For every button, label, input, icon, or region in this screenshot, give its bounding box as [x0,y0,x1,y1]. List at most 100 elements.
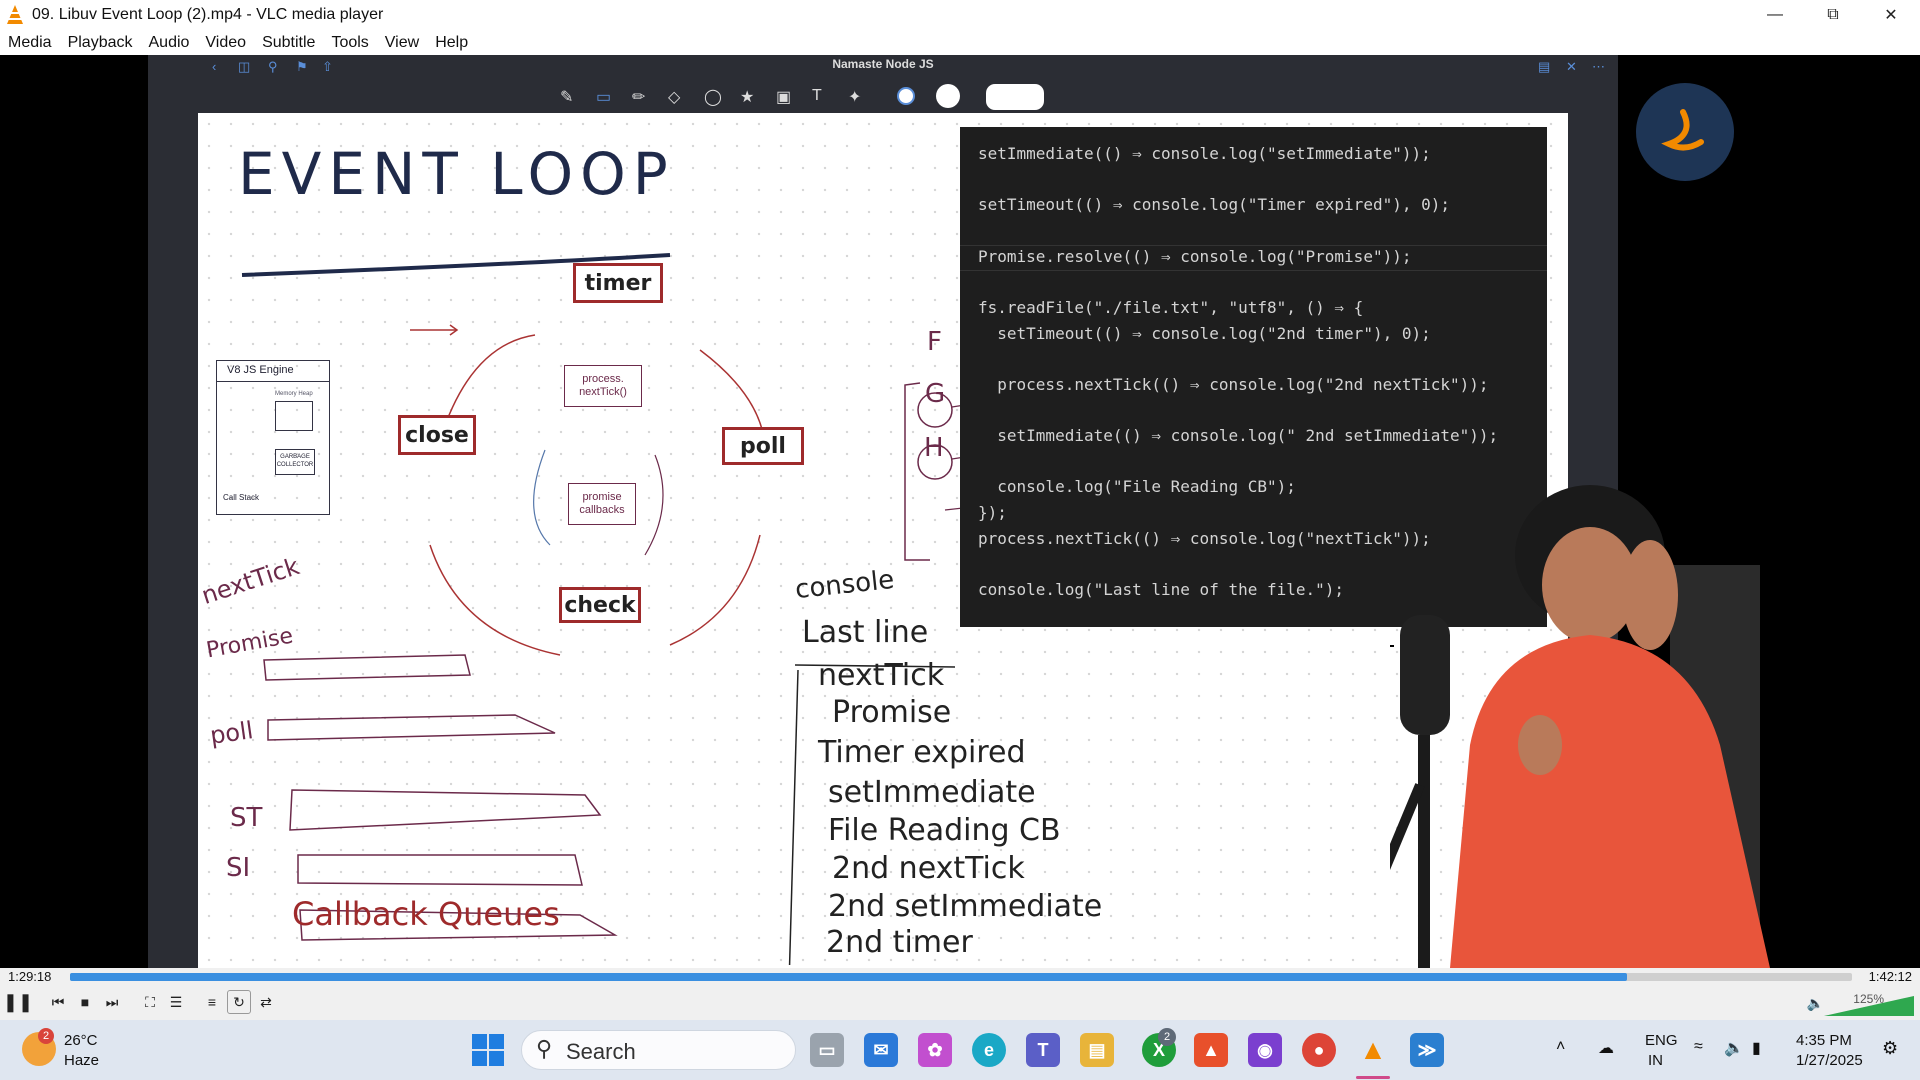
menu-media[interactable]: Media [8,34,52,52]
phase-close: close [398,415,476,455]
weather-badge: 2 [38,1028,54,1044]
menu-audio[interactable]: Audio [149,34,190,52]
more-icon: ⋯ [1592,59,1605,74]
notes-app-toolbar: Namaste Node JS ‹ ◫ ⚲ ⚑ ⇧ ▤ ✕ ⋯ ✎ ▭ ✏ ◇ … [148,55,1618,113]
copilot-icon[interactable]: ✿ [918,1033,952,1067]
windows-taskbar: 2 26°C Haze ⚲ Search ▭ ✉ ✿ e T ▤ X 2 ▲ ◉… [0,1020,1920,1080]
code-line: setImmediate(() ⇒ console.log(" 2nd setI… [978,426,1499,445]
start-icon[interactable] [472,1034,504,1066]
code-line: process.nextTick(() ⇒ console.log("2nd n… [978,375,1489,394]
laser-icon: ✦ [848,89,862,106]
vlc-window: 09. Libuv Event Loop (2).mp4 - VLC media… [0,0,1920,1080]
active-indicator [1356,1076,1390,1079]
back-icon: ‹ [212,59,217,74]
phase-timer: timer [573,263,663,303]
mark-f: F [927,327,942,357]
code-line: setTimeout(() ⇒ console.log("2nd timer")… [978,324,1431,343]
v8-title: V8 JS Engine [227,364,294,376]
taskbar-search[interactable]: ⚲ Search [521,1030,796,1070]
console-line-8: 2nd setImmediate [828,889,1103,924]
menu-bar: Media Playback Audio Video Subtitle Tool… [0,30,1920,55]
task-view-icon[interactable]: ▭ [810,1033,844,1067]
volume-icon[interactable]: 🔈 [1724,1038,1744,1058]
menu-tools[interactable]: Tools [331,34,368,52]
language-code[interactable]: ENG [1645,1032,1678,1049]
pen-icon: ✎ [560,89,574,106]
volume-slider[interactable] [1824,996,1914,1016]
menu-help[interactable]: Help [435,34,468,52]
restore-button[interactable]: ⧉ [1804,0,1862,30]
region-code[interactable]: IN [1648,1052,1663,1069]
stop-icon[interactable]: ■ [73,990,97,1014]
gc-box: GARBAGE COLLECTOR [275,449,315,475]
console-line-2: nextTick [818,658,945,693]
file-explorer-icon[interactable]: ▤ [1080,1033,1114,1067]
speaker-icon[interactable]: 🔈 [1807,995,1824,1012]
next-icon[interactable]: ⏭ [100,990,124,1014]
title-bar: 09. Libuv Event Loop (2).mp4 - VLC media… [0,0,1920,30]
elapsed-time: 1:29:18 [8,969,52,984]
menu-view[interactable]: View [385,34,419,52]
teams-icon[interactable]: T [1026,1033,1060,1067]
nexttick-box: process. nextTick() [564,365,642,407]
loop-icon[interactable]: ↻ [227,990,251,1014]
vlc-cone-icon [7,5,23,24]
color-swatches [897,84,1044,110]
sidebar-icon: ◫ [238,59,251,74]
chrome-icon[interactable]: ● [1302,1033,1336,1067]
brave-icon[interactable]: ▲ [1194,1033,1228,1067]
seek-slider[interactable] [70,973,1852,981]
code-line: Promise.resolve(() ⇒ console.log("Promis… [978,247,1412,266]
console-line-4: Timer expired [818,735,1026,770]
playback-controls: ❚❚ ⏮ ■ ⏭ ⛶ ☰ ≡ ↻ ⇄ 125% 🔈 [0,986,1920,1020]
code-line: fs.readFile("./file.txt", "utf8", () ⇒ { [978,298,1364,317]
mark-h: H [924,433,944,463]
notifications-icon[interactable]: ⚙ [1882,1038,1898,1059]
previous-icon[interactable]: ⏮ [46,990,70,1014]
close-button[interactable]: ✕ [1862,0,1920,30]
vscode-icon[interactable]: ≫ [1410,1033,1444,1067]
code-line: setTimeout(() ⇒ console.log("Timer expir… [978,195,1451,214]
app-icon[interactable]: ◉ [1248,1033,1282,1067]
vlc-taskbar-icon[interactable]: ▲ [1356,1033,1390,1067]
phase-check: check [559,587,641,623]
console-line-6: File Reading CB [828,813,1061,848]
menu-subtitle[interactable]: Subtitle [262,34,315,52]
bookmark-icon: ⚑ [296,59,308,74]
queue-label-poll: poll [208,716,256,750]
share-icon: ⇧ [322,59,333,74]
minimize-button[interactable]: — [1746,0,1804,30]
channel-logo-icon [1661,109,1704,151]
promise-callbacks-box: promise callbacks [568,483,636,525]
sticker-icon: ★ [740,89,755,106]
pause-button[interactable]: ❚❚ [3,990,33,1014]
battery-icon[interactable]: ▮ [1752,1038,1761,1058]
shuffle-icon[interactable]: ⇄ [254,990,278,1014]
shapes-icon: ◇ [668,89,681,106]
clock-date[interactable]: 1/27/2025 [1796,1052,1863,1069]
fullscreen-icon[interactable]: ⛶ [138,990,162,1014]
clock-time[interactable]: 4:35 PM [1796,1032,1852,1049]
edge-icon[interactable]: e [972,1033,1006,1067]
playlist-icon[interactable]: ≡ [200,990,224,1014]
close-icon: ✕ [1566,59,1577,74]
code-line: console.log("Last line of the file."); [978,580,1345,599]
image-icon: ▣ [776,89,792,106]
video-frame[interactable]: Namaste Node JS ‹ ◫ ⚲ ⚑ ⇧ ▤ ✕ ⋯ ✎ ▭ ✏ ◇ … [0,55,1920,968]
menu-playback[interactable]: Playback [68,34,133,52]
menu-video[interactable]: Video [205,34,246,52]
wifi-icon[interactable]: ≈ [1694,1038,1703,1056]
extended-settings-icon[interactable]: ☰ [164,990,188,1014]
callback-queues-caption: Callback Queues [292,895,560,933]
total-time: 1:42:12 [1868,969,1912,984]
onedrive-icon[interactable]: ☁ [1598,1038,1614,1058]
mail-icon[interactable]: ✉ [864,1033,898,1067]
console-line-9: 2nd timer [826,925,973,960]
eraser-icon: ▭ [596,89,612,106]
tray-expand-icon[interactable]: ˄ [1556,1038,1565,1056]
page-icon: ▤ [1538,59,1551,74]
weather-temperature: 26°C [64,1032,98,1049]
queue-label-si: SI [226,853,251,883]
memory-heap-label: Memory Heap [275,391,313,397]
seek-progress [70,973,1628,981]
